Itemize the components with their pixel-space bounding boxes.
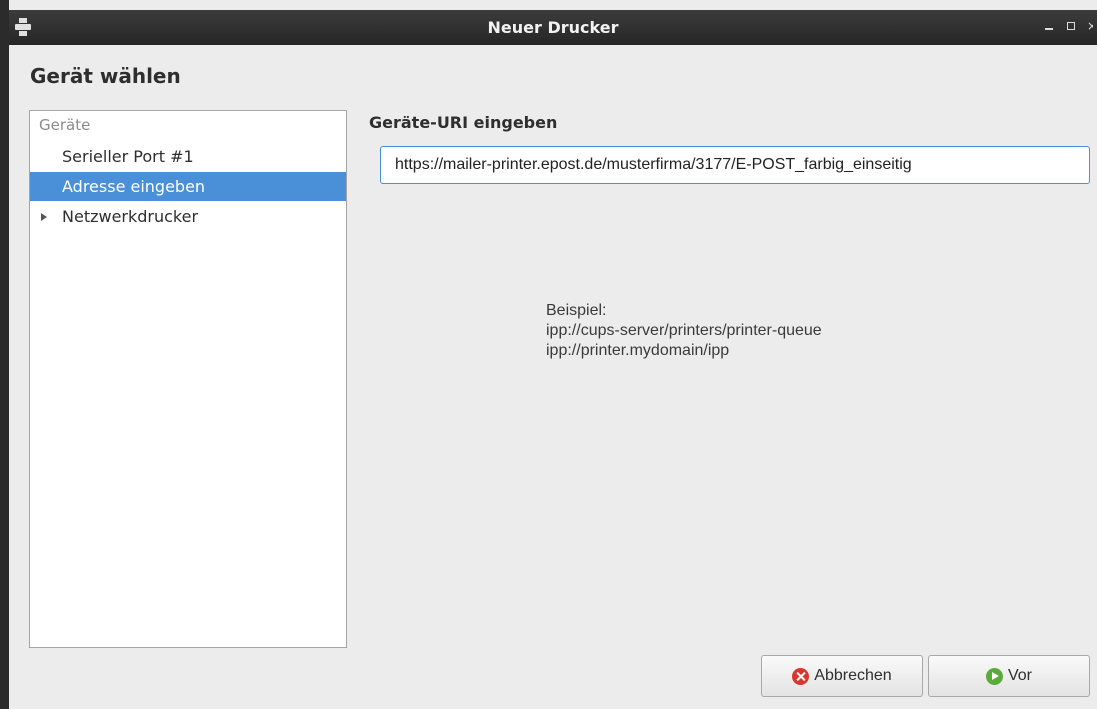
forward-arrow-icon (985, 667, 1003, 685)
window-left-border (0, 0, 9, 709)
example-line: ipp://cups-server/printers/printer-queue (546, 322, 822, 339)
cancel-button[interactable]: Abbrechen (761, 655, 923, 697)
page-heading: Gerät wählen (30, 64, 181, 88)
next-button-label: Vor (1007, 667, 1032, 684)
title-bar[interactable]: Neuer Drucker × (9, 10, 1097, 45)
list-item-serial-port[interactable]: Serieller Port #1 (30, 142, 346, 171)
expand-arrow-icon[interactable] (41, 213, 47, 221)
list-item-enter-address[interactable]: Adresse eingeben (30, 172, 346, 201)
window-title: Neuer Drucker (487, 18, 619, 37)
list-item-label: Serieller Port #1 (62, 147, 194, 166)
minimize-icon[interactable] (1043, 20, 1055, 32)
device-list-header: Geräte (39, 116, 91, 134)
uri-label: Geräte-URI eingeben (369, 113, 558, 132)
list-item-network-printer[interactable]: Netzwerkdrucker (30, 202, 346, 231)
cancel-icon (792, 667, 810, 685)
close-icon[interactable]: × (1087, 20, 1093, 32)
uri-input[interactable] (380, 146, 1090, 184)
example-label: Beispiel: (546, 302, 607, 319)
list-item-label: Netzwerkdrucker (62, 207, 199, 226)
list-item-label: Adresse eingeben (62, 177, 206, 196)
maximize-icon[interactable] (1065, 20, 1077, 32)
example-text: Beispiel: ipp://cups-server/printers/pri… (546, 301, 822, 361)
device-list[interactable]: Geräte Serieller Port #1 Adresse eingebe… (29, 110, 347, 648)
cancel-button-label: Abbrechen (814, 667, 892, 684)
example-line: ipp://printer.mydomain/ipp (546, 342, 730, 359)
window-controls: × (1043, 20, 1093, 32)
new-printer-dialog: Neuer Drucker × Gerät wählen Geräte Seri… (0, 0, 1097, 709)
next-button[interactable]: Vor (928, 655, 1090, 697)
